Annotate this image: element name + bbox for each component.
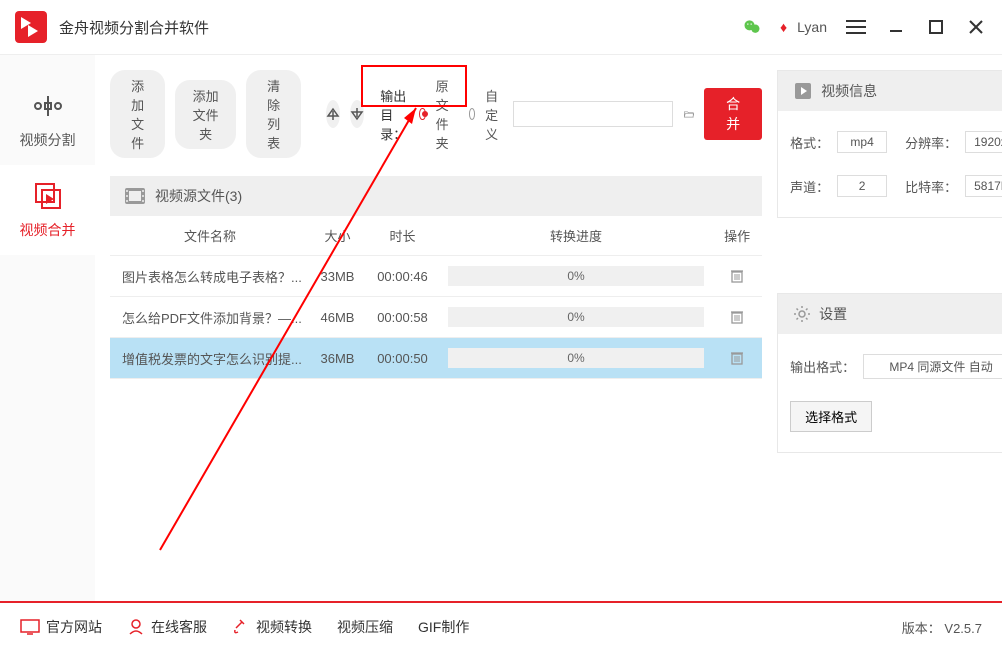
resolution-label: 分辨率： bbox=[905, 133, 957, 152]
headset-icon bbox=[127, 618, 145, 636]
nav-video-split[interactable]: 视频分割 bbox=[0, 75, 95, 165]
cell-name: 怎么给PDF文件添加背景？—... bbox=[110, 297, 310, 338]
radio-original-folder[interactable] bbox=[419, 108, 425, 120]
move-up-button[interactable] bbox=[326, 100, 340, 128]
cell-duration: 00:00:50 bbox=[365, 338, 440, 379]
delete-icon[interactable] bbox=[729, 353, 745, 368]
format-label: 格式： bbox=[790, 133, 829, 152]
nav-split-label: 视频分割 bbox=[20, 130, 76, 150]
hamburger-icon[interactable] bbox=[845, 16, 867, 38]
close-icon[interactable] bbox=[965, 16, 987, 38]
video-compress-label: 视频压缩 bbox=[337, 617, 393, 637]
cell-name: 增值税发票的文字怎么识别提... bbox=[110, 338, 310, 379]
customer-service-link[interactable]: 在线客服 bbox=[127, 617, 207, 637]
output-format-value: MP4 同源文件 自动 bbox=[863, 354, 1002, 379]
col-size: 大小 bbox=[310, 216, 365, 256]
add-folder-button[interactable]: 添加文件夹 bbox=[175, 80, 236, 149]
left-nav: 视频分割 视频合并 bbox=[0, 55, 95, 601]
app-logo bbox=[15, 11, 47, 43]
radio-original-label: 原文件夹 bbox=[436, 76, 459, 152]
cell-size: 36MB bbox=[310, 338, 365, 379]
col-progress: 转换进度 bbox=[440, 216, 712, 256]
output-path-input[interactable] bbox=[513, 101, 673, 127]
cell-progress: 0% bbox=[448, 266, 704, 286]
settings-card: 设置 输出格式： MP4 同源文件 自动 选择格式 bbox=[777, 293, 1002, 453]
video-info-title: 视频信息 bbox=[821, 81, 877, 101]
maximize-icon[interactable] bbox=[925, 16, 947, 38]
bitrate-value: 5817Kbps bbox=[965, 175, 1002, 197]
radio-custom-folder[interactable] bbox=[469, 108, 475, 120]
channels-value: 2 bbox=[837, 175, 887, 197]
output-format-label: 输出格式： bbox=[790, 357, 855, 376]
official-site-label: 官方网站 bbox=[46, 617, 102, 637]
cell-duration: 00:00:58 bbox=[365, 297, 440, 338]
cell-progress: 0% bbox=[448, 348, 704, 368]
gear-icon bbox=[793, 305, 811, 323]
browse-folder-icon[interactable] bbox=[683, 101, 695, 127]
table-row[interactable]: 怎么给PDF文件添加背景？—... 46MB 00:00:58 0% bbox=[110, 297, 762, 338]
gif-maker-label: GIF制作 bbox=[418, 617, 469, 637]
radio-custom-label: 自定义 bbox=[485, 86, 502, 143]
video-compress-link[interactable]: 视频压缩 bbox=[337, 617, 393, 637]
file-table: 文件名称 大小 时长 转换进度 操作 图片表格怎么转成电子表格？... 33MB… bbox=[110, 216, 762, 379]
split-icon bbox=[32, 90, 64, 122]
official-site-link[interactable]: 官方网站 bbox=[20, 617, 102, 637]
cell-name: 图片表格怎么转成电子表格？... bbox=[110, 256, 310, 297]
cell-duration: 00:00:46 bbox=[365, 256, 440, 297]
settings-title: 设置 bbox=[819, 304, 847, 324]
col-duration: 时长 bbox=[365, 216, 440, 256]
diamond-icon: ♦ bbox=[780, 19, 787, 35]
customer-service-label: 在线客服 bbox=[151, 617, 207, 637]
plug-icon bbox=[232, 618, 250, 636]
cell-progress: 0% bbox=[448, 307, 704, 327]
wechat-icon[interactable] bbox=[742, 17, 762, 37]
table-row[interactable]: 增值税发票的文字怎么识别提... 36MB 00:00:50 0% bbox=[110, 338, 762, 379]
add-file-button[interactable]: 添加文件 bbox=[110, 70, 165, 158]
play-icon bbox=[793, 81, 813, 101]
col-actions: 操作 bbox=[712, 216, 762, 256]
title-bar: 金舟视频分割合并软件 ♦ Lyan bbox=[0, 0, 1002, 55]
file-panel-title: 视频源文件(3) bbox=[155, 186, 242, 206]
nav-video-merge[interactable]: 视频合并 bbox=[0, 165, 95, 255]
clear-list-button[interactable]: 清除列表 bbox=[246, 70, 301, 158]
toolbar: 添加文件 添加文件夹 清除列表 输出目录： 原文件夹 自定义 合并 bbox=[110, 70, 762, 158]
merge-icon bbox=[32, 180, 64, 212]
bottom-bar: 官方网站 在线客服 视频转换 视频压缩 GIF制作 版本： V2.5.7 bbox=[0, 601, 1002, 651]
version-label: 版本： V2.5.7 bbox=[902, 618, 982, 637]
table-row[interactable]: 图片表格怎么转成电子表格？... 33MB 00:00:46 0% bbox=[110, 256, 762, 297]
delete-icon[interactable] bbox=[729, 312, 745, 327]
delete-icon[interactable] bbox=[729, 271, 745, 286]
format-value: mp4 bbox=[837, 131, 887, 153]
nav-merge-label: 视频合并 bbox=[20, 220, 76, 240]
channels-label: 声道： bbox=[790, 177, 829, 196]
select-format-button[interactable]: 选择格式 bbox=[790, 401, 872, 432]
app-title: 金舟视频分割合并软件 bbox=[59, 17, 209, 38]
cell-size: 46MB bbox=[310, 297, 365, 338]
monitor-icon bbox=[20, 619, 40, 635]
merge-button[interactable]: 合并 bbox=[704, 88, 762, 140]
video-info-card: 视频信息 格式： mp4 分辨率： 1920x1080 声道： 2 比特率： 5… bbox=[777, 70, 1002, 218]
move-down-button[interactable] bbox=[350, 100, 364, 128]
film-icon bbox=[125, 188, 145, 204]
cell-size: 33MB bbox=[310, 256, 365, 297]
bitrate-label: 比特率： bbox=[905, 177, 957, 196]
output-dir-label: 输出目录： bbox=[380, 86, 409, 143]
minimize-icon[interactable] bbox=[885, 16, 907, 38]
gif-maker-link[interactable]: GIF制作 bbox=[418, 617, 469, 637]
video-convert-label: 视频转换 bbox=[256, 617, 312, 637]
video-convert-link[interactable]: 视频转换 bbox=[232, 617, 312, 637]
username[interactable]: Lyan bbox=[797, 19, 827, 35]
resolution-value: 1920x1080 bbox=[965, 131, 1002, 153]
col-name: 文件名称 bbox=[110, 216, 310, 256]
file-panel-header: 视频源文件(3) bbox=[110, 176, 762, 216]
